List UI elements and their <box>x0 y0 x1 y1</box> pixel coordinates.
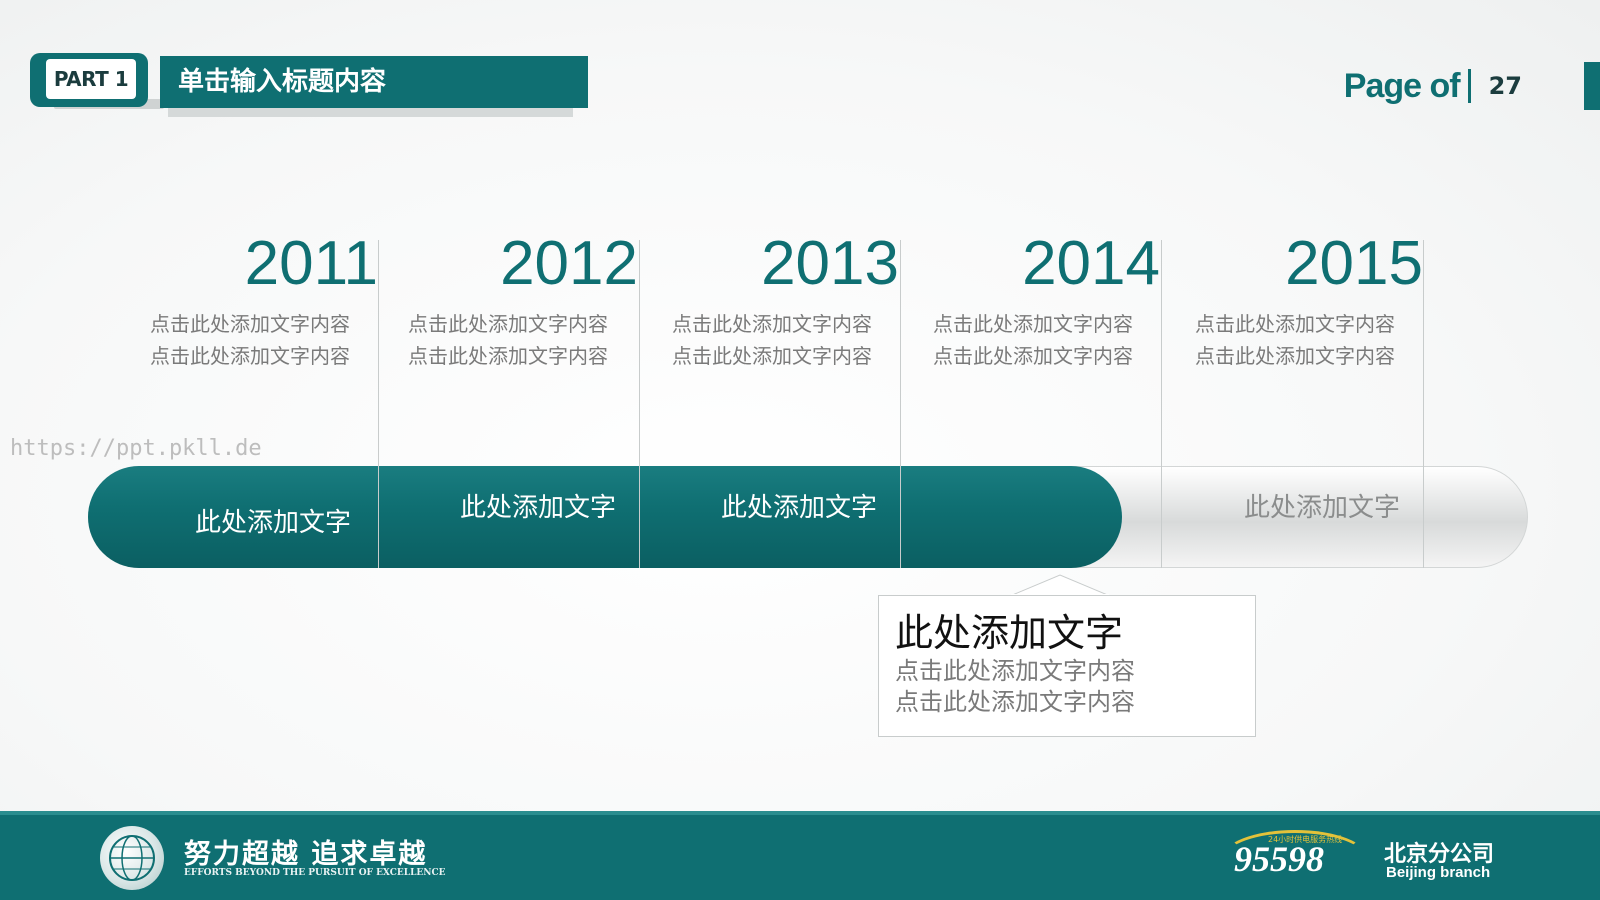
desc-line: 点击此处添加文字内容 <box>150 312 350 336</box>
desc-line: 点击此处添加文字内容 <box>933 312 1133 336</box>
timeline-divider <box>639 240 640 568</box>
callout-line: 点击此处添加文字内容 <box>895 688 1135 716</box>
footer-slogan-en: EFFORTS BEYOND THE PURSUIT OF EXCELLENCE <box>184 868 446 878</box>
company-logo-icon <box>100 826 164 890</box>
year-description[interactable]: 点击此处添加文字内容 点击此处添加文字内容 <box>1175 308 1415 372</box>
year-2013: 2013 <box>761 229 899 298</box>
year-2014: 2014 <box>1022 229 1160 298</box>
part-label: PART 1 <box>46 59 136 99</box>
desc-line: 点击此处添加文字内容 <box>672 344 872 368</box>
page-label: Page of <box>1343 66 1461 105</box>
page-indicator: Page of 27 <box>1344 64 1522 108</box>
page-number: 27 <box>1488 72 1522 100</box>
segment-label-2[interactable]: 此处添加文字 <box>460 487 616 524</box>
callout-line: 点击此处添加文字内容 <box>895 657 1135 685</box>
corner-tab <box>1584 62 1600 110</box>
timeline-divider <box>1423 240 1424 568</box>
desc-line: 点击此处添加文字内容 <box>672 312 872 336</box>
segment-label-3[interactable]: 此处添加文字 <box>721 487 877 524</box>
callout-box[interactable]: 此处添加文字 点击此处添加文字内容 点击此处添加文字内容 <box>878 595 1256 737</box>
desc-line: 点击此处添加文字内容 <box>1195 312 1395 336</box>
part-badge-frame: PART 1 <box>30 53 148 107</box>
part-badge: PART 1 <box>30 53 164 111</box>
desc-line: 点击此处添加文字内容 <box>150 344 350 368</box>
slide-title[interactable]: 单击输入标题内容 <box>160 56 588 108</box>
desc-line: 点击此处添加文字内容 <box>408 344 608 368</box>
desc-line: 点击此处添加文字内容 <box>933 344 1133 368</box>
year-description[interactable]: 点击此处添加文字内容 点击此处添加文字内容 <box>652 308 892 372</box>
page-separator <box>1467 69 1471 103</box>
year-description[interactable]: 点击此处添加文字内容 点击此处添加文字内容 <box>913 308 1153 372</box>
branch-name-en: Beijing branch <box>1386 864 1491 881</box>
timeline-divider <box>1161 240 1162 568</box>
timeline-divider <box>900 240 901 568</box>
year-2011: 2011 <box>244 229 378 298</box>
desc-line: 点击此处添加文字内容 <box>408 312 608 336</box>
year-2012: 2012 <box>500 229 638 298</box>
year-2015: 2015 <box>1285 229 1423 298</box>
callout-pointer <box>1010 574 1110 596</box>
desc-line: 点击此处添加文字内容 <box>1195 344 1395 368</box>
callout-title: 此处添加文字 <box>895 611 1124 655</box>
year-description[interactable]: 点击此处添加文字内容 点击此处添加文字内容 <box>388 308 628 372</box>
year-description[interactable]: 点击此处添加文字内容 点击此处添加文字内容 <box>130 308 370 372</box>
segment-label-4[interactable]: 此处添加文字 <box>1244 487 1400 524</box>
segment-label-1[interactable]: 此处添加文字 <box>195 502 351 539</box>
footer-slogan: 努力超越 追求卓越 <box>184 839 428 870</box>
hotline-number: 95598 <box>1234 839 1324 879</box>
watermark-url: https://ppt.pkll.de <box>10 436 262 461</box>
timeline-divider <box>378 240 379 568</box>
globe-icon <box>109 835 155 881</box>
